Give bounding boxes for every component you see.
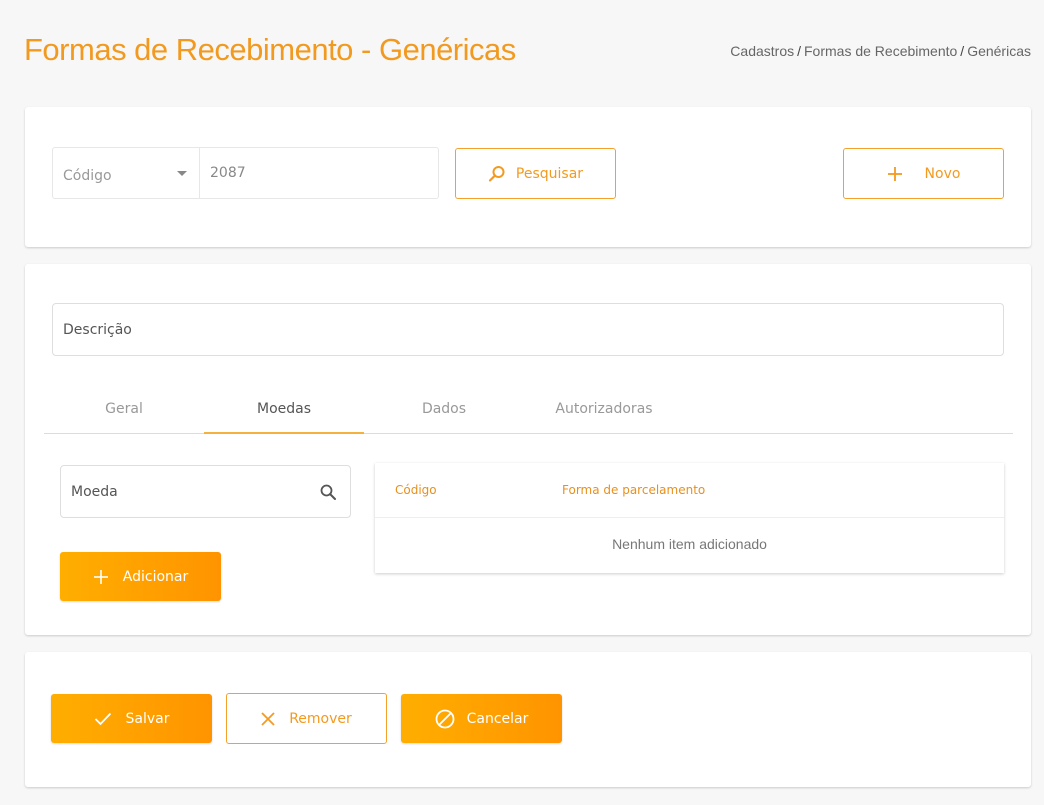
tab-moedas[interactable]: Moedas — [204, 390, 364, 434]
empty-table-message: Nenhum item adicionado — [612, 536, 767, 552]
tab-autorizadoras[interactable]: Autorizadoras — [524, 390, 684, 434]
column-header-code[interactable]: Código — [395, 483, 437, 497]
search-icon[interactable] — [320, 484, 336, 504]
table-header: Código Forma de parcelamento — [375, 463, 1004, 518]
currency-input[interactable] — [61, 466, 350, 517]
check-icon — [94, 712, 112, 726]
description-input[interactable] — [53, 304, 1003, 355]
description-field — [52, 303, 1004, 356]
code-field — [199, 147, 439, 199]
search-card: Código Pesquisar Novo — [25, 107, 1031, 247]
breadcrumb-item[interactable]: Formas de Recebimento — [804, 43, 957, 59]
new-button-label: Novo — [924, 165, 961, 182]
save-button[interactable]: Salvar — [51, 694, 212, 743]
save-button-label: Salvar — [125, 710, 170, 727]
remove-button-label: Remover — [289, 710, 352, 727]
new-button[interactable]: Novo — [843, 148, 1004, 199]
tab-dados[interactable]: Dados — [364, 390, 524, 434]
page-title: Formas de Recebimento - Genéricas — [24, 32, 516, 67]
cancel-button[interactable]: Cancelar — [401, 694, 562, 743]
code-input[interactable] — [200, 148, 438, 198]
search-button-label: Pesquisar — [515, 165, 584, 182]
plus-icon — [93, 569, 109, 585]
add-button-label: Adicionar — [122, 568, 189, 585]
tab-bar: Geral Moedas Dados Autorizadoras — [44, 390, 1013, 434]
x-icon — [261, 711, 275, 726]
magnifier-icon — [488, 165, 506, 183]
cancel-button-label: Cancelar — [466, 710, 529, 727]
breadcrumb-item[interactable]: Cadastros — [730, 43, 794, 59]
actions-card: Salvar Remover Cancelar — [25, 652, 1031, 787]
breadcrumb-separator: / — [960, 43, 965, 59]
breadcrumb-separator: / — [797, 43, 801, 59]
add-button[interactable]: Adicionar — [60, 552, 221, 601]
search-button[interactable]: Pesquisar — [455, 148, 616, 199]
caret-down-icon — [177, 171, 187, 176]
column-header-installment[interactable]: Forma de parcelamento — [562, 483, 705, 497]
currency-table: Código Forma de parcelamento Nenhum item… — [375, 463, 1004, 573]
search-filter-label: Código — [63, 168, 112, 184]
breadcrumb-item-current: Genéricas — [967, 43, 1031, 59]
currency-field — [60, 465, 351, 518]
plus-icon — [887, 166, 903, 182]
tab-geral[interactable]: Geral — [44, 390, 204, 434]
remove-button[interactable]: Remover — [226, 693, 387, 744]
breadcrumb: Cadastros / Formas de Recebimento / Genérica… — [730, 43, 1031, 59]
search-filter-select[interactable]: Código — [52, 147, 199, 199]
ban-icon — [435, 709, 455, 729]
form-card: Geral Moedas Dados Autorizadoras Adicion… — [25, 264, 1031, 635]
